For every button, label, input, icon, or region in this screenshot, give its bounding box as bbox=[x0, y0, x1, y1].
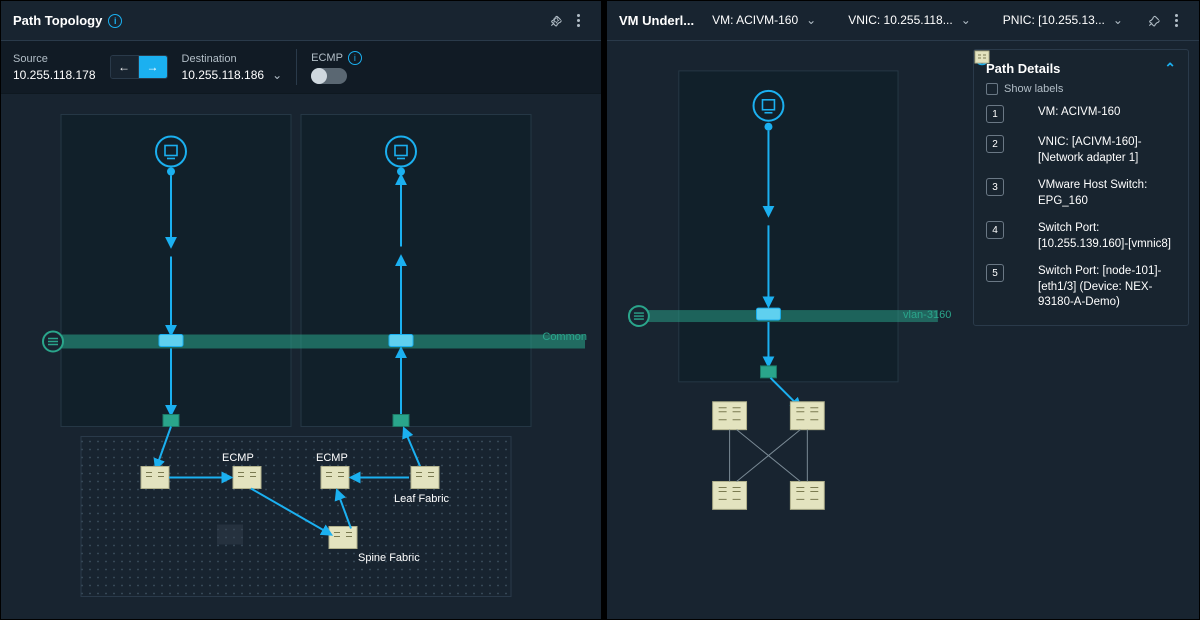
vm-underlay-panel: VM Underl... VM: ACIVM-160 ⌄ VNIC: 10.25… bbox=[606, 0, 1200, 620]
ecmp-label-2: ECMP bbox=[316, 452, 348, 464]
destination-value: 10.255.118.186 bbox=[182, 68, 265, 82]
info-icon[interactable]: i bbox=[348, 51, 362, 65]
path-toolbar: Source 10.255.118.178 ← → Destination 10… bbox=[1, 41, 601, 94]
switch-port-icon bbox=[1012, 221, 1030, 239]
ecmp-label-1: ECMP bbox=[222, 452, 254, 464]
ecmp-field: ECMP i bbox=[311, 51, 362, 84]
ecmp-label: ECMP bbox=[311, 52, 343, 64]
panel-title-text: VM Underl... bbox=[619, 13, 694, 28]
direction-left-icon[interactable]: ← bbox=[111, 56, 139, 78]
checkbox-icon[interactable] bbox=[986, 83, 998, 95]
step-number: 3 bbox=[986, 178, 1004, 196]
step-text: VNIC: [ACIVM-160]-[Network adapter 1] bbox=[1038, 135, 1176, 166]
path-details-panel: Path Details ⌃ Show labels 1 VM: ACIVM-1… bbox=[973, 49, 1189, 326]
path-details-title: Path Details bbox=[986, 61, 1060, 76]
destination-field[interactable]: Destination 10.255.118.186 ⌄ bbox=[182, 53, 283, 82]
direction-right-icon[interactable]: → bbox=[139, 56, 167, 78]
step-number: 2 bbox=[986, 135, 1004, 153]
pin-icon[interactable] bbox=[1143, 10, 1165, 32]
show-labels-label: Show labels bbox=[1004, 83, 1063, 95]
path-step[interactable]: 2 VNIC: [ACIVM-160]-[Network adapter 1] bbox=[986, 135, 1176, 166]
path-step[interactable]: 3 VMware Host Switch: EPG_160 bbox=[986, 178, 1176, 209]
destination-label: Destination bbox=[182, 53, 283, 65]
step-number: 4 bbox=[986, 221, 1004, 239]
source-label: Source bbox=[13, 53, 96, 65]
pin-icon[interactable] bbox=[545, 10, 567, 32]
vnic-dropdown-label: VNIC: 10.255.118... bbox=[848, 13, 953, 27]
chevron-up-icon[interactable]: ⌃ bbox=[1164, 60, 1176, 77]
path-step[interactable]: 1 VM: ACIVM-160 bbox=[986, 105, 1176, 123]
vm-icon bbox=[1012, 105, 1030, 123]
vlan-label: vlan-3160 bbox=[903, 309, 951, 321]
show-labels-checkbox[interactable]: Show labels bbox=[986, 83, 1176, 95]
vnic-dropdown[interactable]: VNIC: 10.255.118... ⌄ bbox=[846, 9, 973, 32]
common-label: Common bbox=[542, 331, 587, 343]
chevron-down-icon: ⌄ bbox=[961, 13, 971, 27]
kebab-menu-icon[interactable] bbox=[567, 10, 589, 32]
path-topology-panel: Path Topology i Source 10.255.118.178 ← … bbox=[0, 0, 602, 620]
vm-dropdown-label: VM: ACIVM-160 bbox=[712, 13, 798, 27]
leaf-fabric-label: Leaf Fabric bbox=[394, 493, 449, 505]
step-text: Switch Port: [node-101]-[eth1/3] (Device… bbox=[1038, 264, 1176, 311]
vm-dropdown[interactable]: VM: ACIVM-160 ⌄ bbox=[710, 9, 818, 32]
step-text: VM: ACIVM-160 bbox=[1038, 105, 1120, 123]
info-icon[interactable]: i bbox=[108, 14, 122, 28]
path-step[interactable]: 4 Switch Port: [10.255.139.160]-[vmnic8] bbox=[986, 221, 1176, 252]
panel-title: Path Topology i bbox=[13, 13, 122, 28]
step-text: Switch Port: [10.255.139.160]-[vmnic8] bbox=[1038, 221, 1176, 252]
direction-toggle[interactable]: ← → bbox=[110, 55, 168, 79]
switch-icon bbox=[1012, 264, 1030, 282]
chevron-down-icon: ⌄ bbox=[1113, 13, 1123, 27]
source-field: Source 10.255.118.178 bbox=[13, 53, 96, 82]
ecmp-toggle[interactable] bbox=[311, 68, 347, 84]
host-switch-icon bbox=[1012, 178, 1030, 196]
chevron-down-icon[interactable]: ⌄ bbox=[272, 68, 282, 82]
underlay-canvas[interactable]: vlan-3160 Path Details ⌃ Show labels 1 V… bbox=[607, 41, 1199, 619]
pnic-dropdown-label: PNIC: [10.255.13... bbox=[1003, 13, 1105, 27]
panel-header: VM Underl... VM: ACIVM-160 ⌄ VNIC: 10.25… bbox=[607, 1, 1199, 41]
topology-canvas[interactable]: Common ECMP ECMP Leaf Fabric Spine Fabri… bbox=[1, 94, 601, 619]
panel-title-text: Path Topology bbox=[13, 13, 102, 28]
source-value: 10.255.118.178 bbox=[13, 68, 96, 82]
step-number: 5 bbox=[986, 264, 1004, 282]
pnic-dropdown[interactable]: PNIC: [10.255.13... ⌄ bbox=[1001, 9, 1125, 32]
step-number: 1 bbox=[986, 105, 1004, 123]
panel-header: Path Topology i bbox=[1, 1, 601, 41]
panel-title: VM Underl... bbox=[619, 13, 694, 28]
kebab-menu-icon[interactable] bbox=[1165, 10, 1187, 32]
chevron-down-icon: ⌄ bbox=[806, 13, 816, 27]
spine-fabric-label: Spine Fabric bbox=[358, 552, 420, 564]
path-step[interactable]: 5 Switch Port: [node-101]-[eth1/3] (Devi… bbox=[986, 264, 1176, 311]
step-text: VMware Host Switch: EPG_160 bbox=[1038, 178, 1176, 209]
vnic-icon bbox=[1012, 135, 1030, 153]
